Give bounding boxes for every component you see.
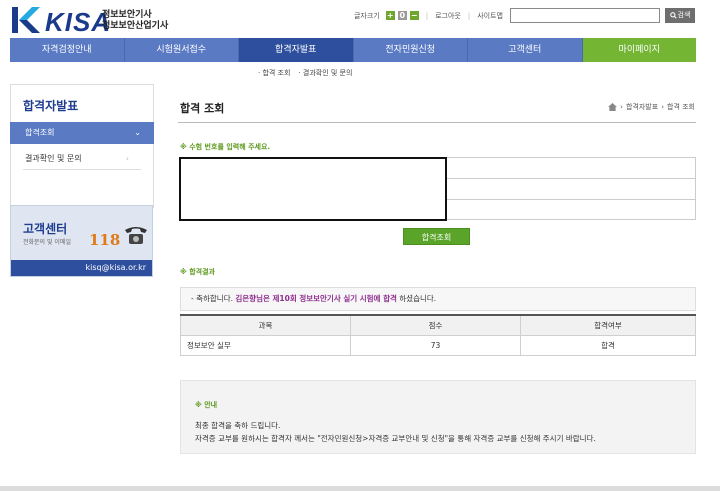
table-header-subject: 과목 [180,314,351,336]
nav-item-e-petition[interactable]: 전자민원신청 [353,38,468,62]
page-title: 합격 조회 [180,102,225,115]
sitemap-link[interactable]: 사이트맵 [477,11,503,21]
form-row[interactable] [446,199,696,220]
notice-line2: 자격증 교부를 원하시는 합격자 께서는 "전자민원신청>자격증 교부안내 및 … [195,434,596,443]
form-row[interactable] [446,157,696,178]
nav-item-mypage[interactable]: 마이페이지 [582,38,696,62]
search-button[interactable]: 검색 [665,8,695,23]
table-row: 정보보안 실무 73 합격 [180,334,696,356]
result-label: ※ 합격결과 [180,268,216,276]
notice-line1: 최종 합격을 축하 드립니다. [195,421,281,430]
query-button[interactable]: 합격조회 [403,228,470,245]
customer-center-banner[interactable]: 고객센터 전화문의 및 이메일 118 kisq@kisa.or.kr [10,205,153,277]
sub-nav: · 합격 조회 · 결과확인 및 문의 [258,68,352,78]
nav-item-application[interactable]: 시험원서접수 [124,38,239,62]
font-reset-button[interactable]: 0 [397,11,407,20]
table-header-row: 과목 점수 합격여부 [180,314,696,336]
sidebar-item-label: 결과확인 및 문의 [25,154,82,163]
logout-link[interactable]: 로그아웃 [435,11,461,21]
home-icon[interactable] [608,103,618,111]
title-divider [178,122,696,123]
form-row[interactable] [446,178,696,199]
sidebar-title: 합격자발표 [10,84,154,122]
sidebar-item-label: 합격조회 [25,128,55,137]
sidebar-subitems: 결과확인 및 문의 › [10,144,154,208]
footer-divider [0,486,720,491]
notice-title: ※ 안내 [195,401,218,409]
font-size-label: 글자크기 [353,11,380,20]
table-cell-subject: 정보보안 실무 [180,334,351,356]
breadcrumb-separator: › [620,103,623,111]
sidebar-item-result-inquiry[interactable]: 결과확인 및 문의 › [23,148,141,170]
redacted-area [179,157,447,221]
utility-bar: 글자크기 + 0 − | 로그아웃 | 사이트맵 검색 [354,8,695,23]
breadcrumb-item[interactable]: 합격자발표 [626,102,658,112]
table-cell-score: 73 [350,334,521,356]
message-prefix: - 축하합니다. [191,294,233,303]
logo-sub-line2: 정보보안산업기사 [102,21,169,31]
table-header-pass: 합격여부 [520,314,696,336]
logo-subtitle: 정보보안기사 정보보안산업기사 [102,10,168,32]
search-icon [669,12,677,19]
chevron-right-icon: › [125,154,129,163]
telephone-icon [125,227,147,244]
notice-box: ※ 안내 최종 합격을 축하 드립니다. 자격증 교부를 원하시는 합격자 께서… [180,380,696,454]
logo-sub-line1: 정보보안기사 [102,10,152,20]
message-suffix: 하셨습니다. [399,294,437,303]
instruction-label: ※ 수험 번호를 입력해 주세요. [180,143,271,151]
kisa-logo[interactable]: KISA 정보보안기사 정보보안산업기사 [10,4,190,37]
cs-subtitle: 전화문의 및 이메일 [23,239,71,246]
message-highlight: 김은향님은 제10회 정보보안기사 실기 시험에 합격 [235,294,397,303]
exam-number-form [446,157,696,220]
util-divider: | [467,11,471,20]
kisa-logo-mark-icon [12,7,40,33]
breadcrumb-separator: › [661,103,664,111]
util-divider: | [425,11,429,20]
table-cell-pass: 합격 [520,334,696,356]
result-message: - 축하합니다. 김은향님은 제10회 정보보안기사 실기 시험에 합격 하셨습… [180,287,696,311]
nav-item-customer-center[interactable]: 고객센터 [468,38,583,62]
subnav-item-result-inquiry[interactable]: · 결과확인 및 문의 [298,68,352,78]
sidebar-item-result-query[interactable]: 합격조회 ⌄ [10,122,154,144]
result-table: 과목 점수 합격여부 정보보안 실무 73 합격 [180,314,696,356]
breadcrumb: › 합격자발표 › 합격 조회 [608,102,695,112]
sidebar-menu: 합격조회 ⌄ 결과확인 및 문의 › [10,122,154,208]
subnav-item-result-query[interactable]: · 합격 조회 [258,68,290,78]
chevron-down-icon: ⌄ [134,128,141,137]
cs-title: 고객센터 [23,222,68,236]
nav-item-results[interactable]: 합격자발표 [239,38,354,62]
main-nav: 자격검정안내 시험원서접수 합격자발표 전자민원신청 고객센터 마이페이지 [10,38,696,62]
table-header-score: 점수 [350,314,521,336]
breadcrumb-item: 합격 조회 [667,103,695,111]
font-increase-button[interactable]: + [385,11,395,20]
search-input[interactable] [510,8,660,23]
search-button-label: 검색 [677,11,691,19]
cs-email: kisq@kisa.or.kr [11,260,152,276]
font-decrease-button[interactable]: − [409,11,419,20]
nav-item-exam-info[interactable]: 자격검정안내 [10,38,125,62]
cs-phone-number: 118 [89,231,121,249]
